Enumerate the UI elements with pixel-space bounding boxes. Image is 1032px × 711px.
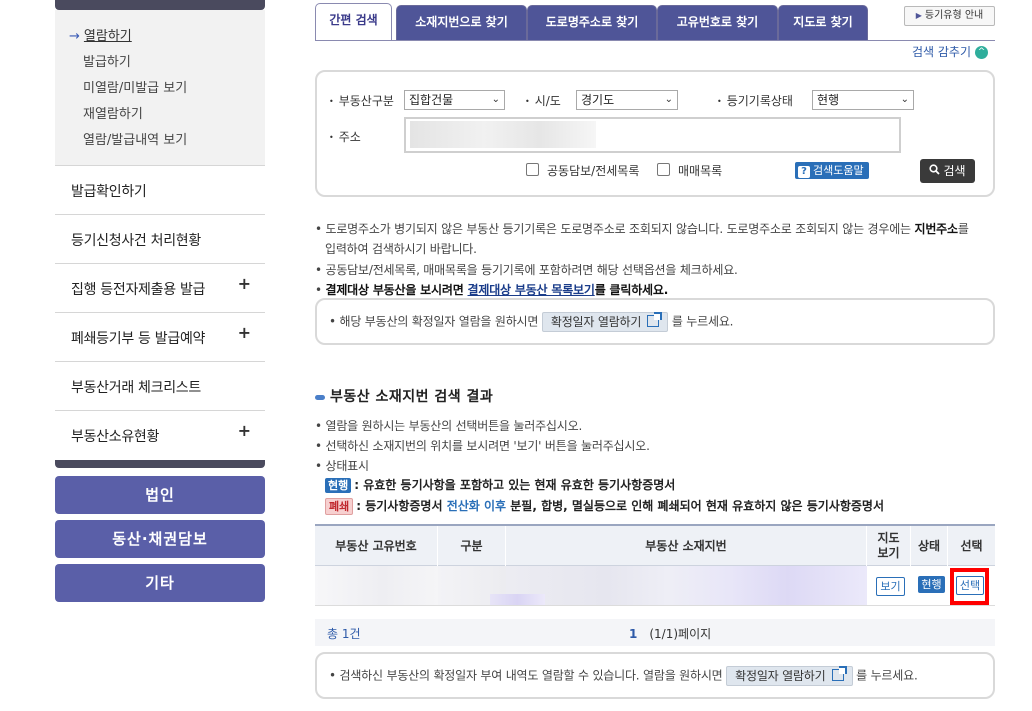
results-guide-1: • 열람을 원하시는 부동산의 선택버튼을 눌러주십시오.	[315, 419, 583, 433]
property-type-label: • 부동산구분	[329, 94, 394, 108]
results-guide-2: • 선택하신 소재지번의 위치를 보시려면 '보기' 버튼을 눌러주십시오.	[315, 439, 650, 453]
tab-unique-number[interactable]: 고유번호로 찾기	[657, 5, 778, 40]
property-type-select[interactable]: 집합건물 ⌄	[404, 90, 505, 110]
tab-lot-number[interactable]: 소재지번으로 찾기	[396, 5, 527, 40]
sidebar-item-issue-check[interactable]: 발급확인하기	[55, 166, 265, 215]
submenu-item-unviewed[interactable]: 미열람/미발급 보기	[83, 77, 187, 96]
question-icon: ?	[798, 166, 810, 178]
total-count: 총 1건	[327, 627, 361, 641]
sales-list-checkbox[interactable]	[657, 163, 670, 176]
submenu-item-review[interactable]: 재열람하기	[83, 103, 143, 122]
status-badge: 현행	[325, 478, 352, 493]
other-button[interactable]: 기타	[55, 564, 265, 602]
chevron-down-icon: ⌄	[491, 94, 500, 105]
notice-payment: • 결제대상 부동산을 보시려면 결제대상 부동산 목록보기를 클릭하세요.	[315, 283, 669, 297]
search-button[interactable]: 검색	[920, 159, 975, 183]
address-label: • 주소	[329, 130, 361, 144]
sidebar-item-checklist[interactable]: 부동산거래 체크리스트	[55, 362, 265, 411]
column-header: 지도 보기	[867, 526, 911, 566]
sidebar-item-label: 등기신청사건 처리현황	[71, 233, 201, 249]
sidebar-item-label: 폐쇄등기부 등 발급예약	[71, 331, 206, 347]
confirm-date-view-button[interactable]: 확정일자 열람하기	[541, 312, 669, 332]
tab-simple-search[interactable]: 간편 검색	[315, 3, 392, 41]
sidebar-item-case-status[interactable]: 등기신청사건 처리현황	[55, 215, 265, 264]
column-header: 부동산 소재지번	[506, 526, 867, 566]
submenu-item-view[interactable]: → 열람하기	[69, 25, 132, 44]
status-badge: 현행	[918, 576, 945, 593]
external-link-icon	[831, 666, 847, 681]
sidebar-submenu: → 열람하기 발급하기 미열람/미발급 보기 재열람하기 열람/발급내역 보기	[55, 10, 265, 166]
joint-collateral-label: 공동담보/전세목록	[547, 164, 640, 178]
address-cell-blur	[490, 594, 545, 605]
address-blurred-text	[410, 121, 596, 148]
submenu-item-history[interactable]: 열람/발급내역 보기	[83, 129, 187, 148]
chevron-up-icon: ^	[975, 46, 989, 59]
movable-collateral-button[interactable]: 동산·채권담보	[55, 520, 265, 558]
notice-road-address-cont: 입력하여 검색하시기 바랍니다.	[325, 242, 477, 256]
search-help-button[interactable]: ? 검색도움말	[795, 162, 869, 179]
external-link-icon	[647, 312, 663, 327]
sidebar-top-bar	[55, 0, 265, 10]
region-select[interactable]: 경기도 ⌄	[576, 90, 678, 110]
column-header: 선택	[960, 539, 983, 553]
sidebar-item-label: 집행 등전자제출용 발급	[71, 282, 206, 298]
sidebar-item-label: 부동산거래 체크리스트	[71, 380, 201, 396]
sidebar-item-ownership[interactable]: 부동산소유현황 +	[55, 411, 265, 460]
results-title: 부동산 소재지번 검색 결과	[315, 386, 493, 406]
register-type-guide-button[interactable]: ▶ 등기유형 안내	[904, 6, 995, 26]
page-link[interactable]: 1	[629, 627, 637, 641]
highlight-box	[950, 568, 989, 605]
sidebar-item-label: 발급확인하기	[71, 184, 147, 200]
plus-icon[interactable]: +	[238, 323, 251, 342]
sidebar-item-label: 부동산소유현황	[71, 429, 160, 445]
map-view-button[interactable]: 보기	[876, 577, 905, 596]
region-label: • 시/도	[525, 94, 561, 108]
sales-list-label: 매매목록	[678, 164, 723, 178]
sidebar-item-electronic-submit[interactable]: 집행 등전자제출용 발급 +	[55, 264, 265, 313]
triangle-right-icon: ▶	[915, 11, 922, 20]
submenu-item-issue[interactable]: 발급하기	[83, 51, 131, 70]
section-bullet-icon	[315, 394, 325, 400]
payment-list-link[interactable]: 결제대상 부동산 목록보기	[468, 283, 595, 297]
status-badge: 폐쇄	[325, 498, 354, 515]
plus-icon[interactable]: +	[238, 421, 251, 440]
sidebar-bottom-bar	[55, 460, 265, 468]
unique-number-cell	[315, 566, 438, 605]
sidebar-item-closed-register[interactable]: 폐쇄등기부 등 발급예약 +	[55, 313, 265, 362]
notice-options: • 공동담보/전세목록, 매매목록을 등기기록에 포함하려면 해당 선택옵션을 …	[315, 263, 738, 277]
magnifier-icon	[929, 159, 941, 183]
results-table-header: 부동산 고유번호 구분 부동산 소재지번 지도 보기 상태 선택	[315, 524, 995, 566]
column-header: 구분	[438, 526, 506, 566]
legend-closed: 폐쇄: 등기사항증명서 전산화 이후 분필, 합병, 멸실등으로 인해 폐쇄되어…	[325, 497, 884, 515]
corporation-button[interactable]: 법인	[55, 476, 265, 514]
arrow-right-icon: →	[69, 29, 80, 44]
hide-search-toggle[interactable]: 검색 감추기 ^	[912, 43, 989, 60]
confirm-date-text-2: • 검색하신 부동산의 확정일자 부여 내역도 열람할 수 있습니다. 열람을 …	[329, 666, 918, 686]
page-info: 1 (1/1)페이지	[629, 627, 712, 641]
joint-collateral-checkbox[interactable]	[526, 163, 539, 176]
chevron-down-icon: ⌄	[664, 94, 673, 105]
chevron-down-icon: ⌄	[900, 94, 909, 105]
record-status-label: • 등기기록상태	[717, 94, 793, 108]
confirm-date-view-button-2[interactable]: 확정일자 열람하기	[726, 666, 853, 686]
record-status-select[interactable]: 현행 ⌄	[812, 90, 914, 110]
legend-current: 현행: 유효한 등기사항을 포함하고 있는 현재 유효한 등기사항증명서	[325, 476, 675, 493]
column-header: 상태	[911, 526, 948, 566]
tab-underline	[315, 40, 995, 41]
address-cell	[506, 566, 867, 605]
plus-icon[interactable]: +	[238, 274, 251, 293]
results-guide-3: • 상태표시	[315, 459, 369, 473]
notice-road-address: • 도로명주소가 병기되지 않은 부동산 등기기록은 도로명주소로 조회되지 않…	[315, 222, 969, 236]
column-header: 부동산 고유번호	[315, 526, 438, 566]
tab-map[interactable]: 지도로 찾기	[778, 5, 868, 40]
tab-road-address[interactable]: 도로명주소로 찾기	[527, 5, 657, 40]
confirm-date-text: • 해당 부동산의 확정일자 열람을 원하시면 확정일자 열람하기 를 누르세요…	[329, 312, 733, 332]
